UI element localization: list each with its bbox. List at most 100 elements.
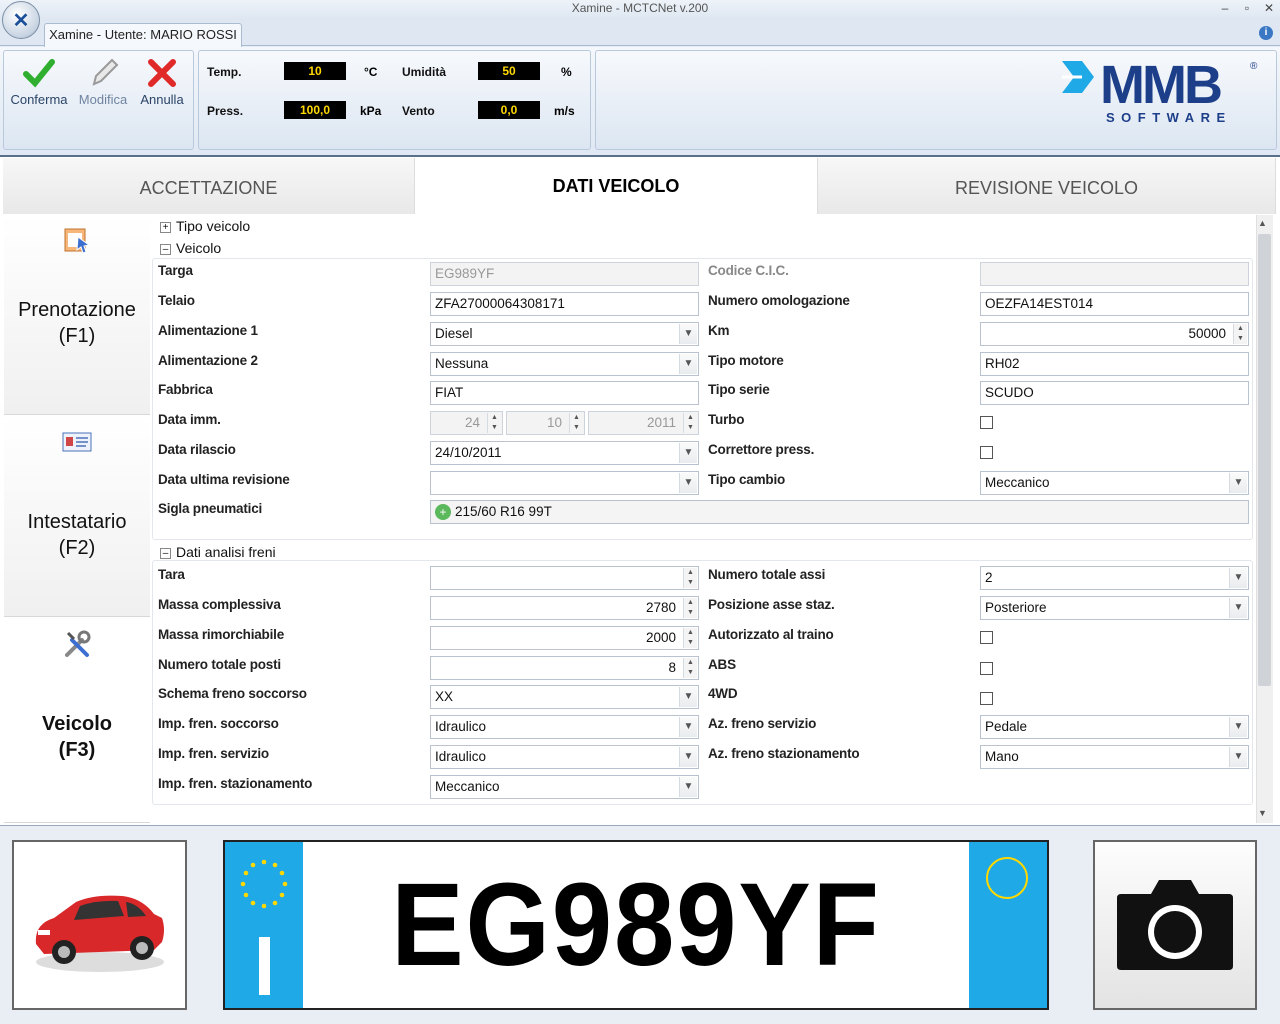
alim1-label: Alimentazione 1 — [158, 323, 258, 338]
imp-socc-select[interactable]: Idraulico ▼ — [430, 715, 699, 739]
serie-field[interactable]: SCUDO — [980, 381, 1249, 405]
abs-checkbox[interactable] — [980, 662, 993, 675]
spin-icon[interactable]: ▲ ▼ — [683, 658, 697, 678]
cic-field[interactable] — [980, 262, 1249, 286]
chevron-down-icon[interactable]: ▼ — [1229, 747, 1247, 767]
section-tipo-veicolo[interactable]: + Tipo veicolo — [160, 218, 250, 234]
chevron-down-icon[interactable]: ▼ — [1229, 717, 1247, 737]
expand-icon[interactable]: + — [160, 221, 171, 233]
scrollbar-thumb[interactable] — [1258, 234, 1271, 686]
calendar-icon — [62, 225, 92, 255]
spin-icon[interactable]: ▲ ▼ — [683, 628, 697, 648]
chevron-down-icon[interactable]: ▼ — [679, 777, 697, 797]
user-tab[interactable]: Xamine - Utente: MARIO ROSSI — [44, 23, 242, 47]
spin-icon[interactable]: ▲ ▼ — [683, 568, 697, 588]
data-imm-month[interactable]: 10 ▲ ▼ — [506, 411, 585, 435]
country-letter — [259, 937, 270, 995]
scroll-down-icon[interactable]: ▼ — [1258, 808, 1267, 818]
rimorch-field[interactable]: 2000 ▲ ▼ — [430, 626, 699, 650]
cambio-label: Tipo cambio — [708, 472, 786, 487]
tara-field[interactable]: ▲ ▼ — [430, 566, 699, 590]
maximize-button[interactable]: ▫ — [1237, 0, 1257, 18]
data-ril-picker[interactable]: 24/10/2011 ▼ — [430, 441, 699, 465]
correttore-checkbox[interactable] — [980, 446, 993, 459]
confirm-button[interactable]: Conferma — [10, 56, 68, 118]
data-imm-label: Data imm. — [158, 412, 221, 427]
alim2-select[interactable]: Nessuna ▼ — [430, 352, 699, 376]
km-field[interactable]: 50000 ▲ ▼ — [980, 322, 1249, 346]
nav-veicolo[interactable]: Veicolo (F3) — [4, 619, 150, 823]
spin-icon[interactable]: ▲ ▼ — [683, 413, 697, 433]
collapse-icon[interactable]: – — [160, 547, 171, 559]
spin-icon[interactable]: ▲ ▼ — [683, 598, 697, 618]
posti-field[interactable]: 8 ▲ ▼ — [430, 656, 699, 680]
chevron-down-icon[interactable]: ▼ — [679, 443, 697, 463]
cancel-button[interactable]: Annulla — [133, 56, 191, 118]
minimize-button[interactable]: – — [1215, 0, 1235, 18]
pos-asse-select[interactable]: Posteriore ▼ — [980, 596, 1249, 620]
imp-serv-label: Imp. fren. servizio — [158, 746, 269, 761]
massa-field[interactable]: 2780 ▲ ▼ — [430, 596, 699, 620]
posti-value: 8 — [668, 660, 676, 675]
chevron-down-icon[interactable]: ▼ — [1229, 568, 1247, 588]
chevron-down-icon[interactable]: ▼ — [679, 747, 697, 767]
vehicle-image-button[interactable] — [12, 840, 187, 1010]
motore-field[interactable]: RH02 — [980, 352, 1249, 376]
close-window-button[interactable]: ✕ — [1259, 0, 1279, 18]
tab-revisione-veicolo[interactable]: REVISIONE VEICOLO — [818, 158, 1276, 214]
targa-field[interactable]: EG989YF — [430, 262, 699, 286]
nav-prenotazione[interactable]: Prenotazione (F1) — [4, 215, 150, 415]
assi-value: 2 — [985, 570, 993, 585]
data-rev-picker[interactable]: ▼ — [430, 471, 699, 495]
chevron-down-icon[interactable]: ▼ — [679, 473, 697, 493]
imp-staz-select[interactable]: Meccanico ▼ — [430, 775, 699, 799]
spin-icon[interactable]: ▲ ▼ — [487, 413, 501, 433]
massa-value: 2780 — [645, 600, 676, 615]
plate-eu-band — [225, 842, 303, 1008]
data-imm-day-value: 24 — [464, 415, 480, 430]
chevron-down-icon[interactable]: ▼ — [679, 324, 697, 344]
imp-serv-select[interactable]: Idraulico ▼ — [430, 745, 699, 769]
omolog-field[interactable]: OEZFA14EST014 — [980, 292, 1249, 316]
az-serv-select[interactable]: Pedale ▼ — [980, 715, 1249, 739]
traino-checkbox[interactable] — [980, 631, 993, 644]
data-rev-label: Data ultima revisione — [158, 472, 290, 487]
spin-icon[interactable]: ▲ ▼ — [569, 413, 583, 433]
cambio-select[interactable]: Meccanico ▼ — [980, 471, 1249, 495]
assi-select[interactable]: 2 ▼ — [980, 566, 1249, 590]
alim1-select[interactable]: Diesel ▼ — [430, 322, 699, 346]
chevron-down-icon[interactable]: ▼ — [679, 717, 697, 737]
data-imm-year[interactable]: 2011 ▲ ▼ — [588, 411, 699, 435]
fabbrica-field[interactable]: FIAT — [430, 381, 699, 405]
motore-label: Tipo motore — [708, 353, 784, 368]
wd-checkbox[interactable] — [980, 692, 993, 705]
az-staz-select[interactable]: Mano ▼ — [980, 745, 1249, 769]
nav-intestatario[interactable]: Intestatario (F2) — [4, 417, 150, 617]
tab-dati-veicolo[interactable]: DATI VEICOLO — [415, 158, 818, 214]
pencil-icon — [74, 56, 132, 92]
scroll-up-icon[interactable]: ▲ — [1258, 218, 1267, 228]
chevron-down-icon[interactable]: ▼ — [679, 354, 697, 374]
section-veicolo[interactable]: – Veicolo — [160, 240, 221, 256]
az-staz-label: Az. freno stazionamento — [708, 746, 860, 761]
schema-select[interactable]: XX ▼ — [430, 685, 699, 709]
spin-icon[interactable]: ▲ ▼ — [1233, 324, 1247, 344]
section-freni[interactable]: – Dati analisi freni — [160, 544, 276, 560]
telaio-field[interactable]: ZFA27000064308171 — [430, 292, 699, 316]
collapse-icon[interactable]: – — [160, 243, 171, 255]
tab-accettazione[interactable]: ACCETTAZIONE — [3, 158, 415, 214]
svg-text:®: ® — [1250, 61, 1258, 72]
chevron-down-icon[interactable]: ▼ — [1229, 473, 1247, 493]
pneumatici-field[interactable]: +215/60 R16 99T — [430, 500, 1249, 524]
chevron-down-icon[interactable]: ▼ — [1229, 598, 1247, 618]
app-menu-button[interactable]: ✕ — [2, 1, 40, 39]
chevron-down-icon[interactable]: ▼ — [679, 687, 697, 707]
edit-button[interactable]: Modifica — [74, 56, 132, 118]
data-imm-day[interactable]: 24 ▲ ▼ — [430, 411, 503, 435]
add-icon[interactable]: + — [435, 504, 451, 521]
camera-button[interactable] — [1093, 840, 1257, 1010]
turbo-checkbox[interactable] — [980, 416, 993, 429]
info-icon[interactable]: i — [1259, 26, 1273, 40]
data-imm-month-value: 10 — [546, 415, 562, 430]
pos-asse-label: Posizione asse staz. — [708, 597, 835, 612]
